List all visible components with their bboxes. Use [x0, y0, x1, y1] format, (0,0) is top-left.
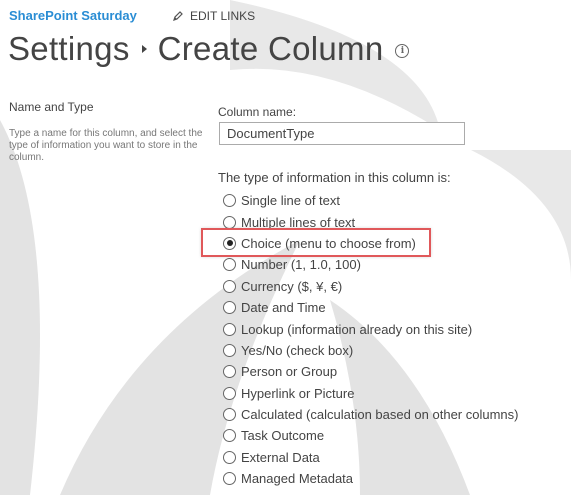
radio-button[interactable] — [223, 215, 236, 229]
column-type-option[interactable]: Multiple lines of text — [223, 211, 519, 232]
column-type-option-label: Calculated (calculation based on other c… — [241, 407, 519, 423]
column-type-option[interactable]: Single line of text — [223, 190, 519, 211]
column-type-option[interactable]: Yes/No (check box) — [223, 340, 519, 361]
edit-links-button[interactable]: EDIT LINKS — [172, 9, 255, 23]
column-name-label: Column name: — [218, 105, 297, 119]
pencil-icon — [173, 11, 183, 21]
column-type-option-label: Multiple lines of text — [241, 214, 356, 230]
column-type-option-label: Date and Time — [241, 300, 326, 316]
column-type-option-label: Number (1, 1.0, 100) — [241, 257, 361, 273]
column-type-option-label: Person or Group — [241, 364, 338, 380]
breadcrumb-parent[interactable]: Settings — [8, 30, 130, 68]
column-type-option[interactable]: External Data — [223, 447, 519, 468]
column-type-option-label: Managed Metadata — [241, 471, 354, 487]
radio-button[interactable] — [223, 301, 236, 315]
column-type-option[interactable]: Hyperlink or Picture — [223, 383, 519, 404]
radio-button[interactable] — [223, 365, 236, 379]
column-type-option-label: Lookup (information already on this site… — [241, 321, 473, 337]
radio-button[interactable] — [223, 322, 236, 336]
radio-button[interactable] — [223, 450, 236, 464]
triangle-right-icon — [141, 45, 147, 53]
site-title[interactable]: SharePoint Saturday — [9, 8, 137, 23]
column-type-option[interactable]: Calculated (calculation based on other c… — [223, 404, 519, 425]
breadcrumb-current: Create Column — [157, 30, 384, 67]
section-heading: Name and Type — [9, 100, 94, 114]
column-type-option[interactable]: Person or Group — [223, 361, 519, 382]
column-name-input[interactable] — [219, 122, 465, 145]
radio-button[interactable] — [223, 279, 236, 293]
column-type-option[interactable]: Number (1, 1.0, 100) — [223, 254, 519, 275]
column-type-label: The type of information in this column i… — [218, 170, 451, 185]
radio-button[interactable] — [223, 386, 236, 400]
radio-button[interactable] — [223, 194, 236, 208]
column-type-option-label: Yes/No (check box) — [241, 342, 354, 358]
section-description: Type a name for this column, and select … — [9, 128, 203, 163]
column-type-option[interactable]: Task Outcome — [223, 425, 519, 446]
column-type-option-label: External Data — [241, 449, 320, 465]
column-type-option[interactable]: Choice (menu to choose from) — [223, 233, 519, 254]
radio-button[interactable] — [223, 429, 236, 443]
column-type-option[interactable]: Lookup (information already on this site… — [223, 318, 519, 339]
column-type-option-label: Currency ($, ¥, €) — [241, 278, 343, 294]
column-type-option-label: Hyperlink or Picture — [241, 385, 355, 401]
column-type-radio-group: Single line of text Multiple lines of tex… — [223, 190, 519, 489]
edit-links-label: EDIT LINKS — [190, 9, 256, 23]
radio-button[interactable] — [223, 408, 236, 422]
radio-button[interactable] — [223, 236, 236, 250]
info-icon[interactable]: i — [395, 44, 410, 58]
radio-button[interactable] — [223, 472, 236, 486]
column-type-option[interactable]: Managed Metadata — [223, 468, 519, 489]
column-type-option-label: Single line of text — [241, 193, 341, 209]
radio-button[interactable] — [223, 258, 236, 272]
column-type-option[interactable]: Currency ($, ¥, €) — [223, 276, 519, 297]
column-type-option-label: Choice (menu to choose from) — [241, 235, 416, 251]
column-type-option-label: Task Outcome — [241, 428, 325, 444]
page-title: Settings Create Column i — [8, 30, 410, 68]
column-type-option[interactable]: Date and Time — [223, 297, 519, 318]
radio-button[interactable] — [223, 343, 236, 357]
